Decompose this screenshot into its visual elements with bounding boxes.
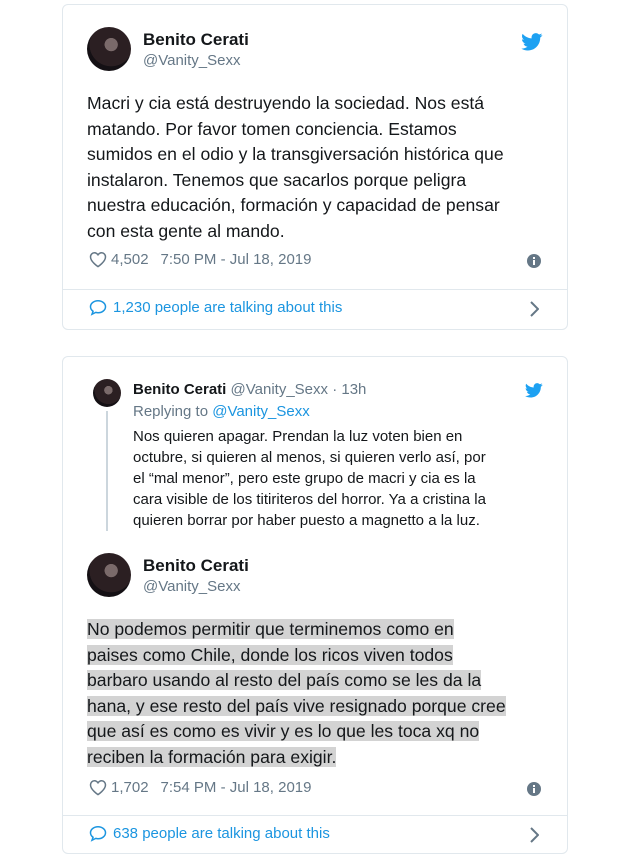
- tweet-text-line: No podemos permitir que terminemos como …: [87, 619, 454, 639]
- tweet-text-line: Nos quieren apagar. Prendan la luz voten…: [133, 428, 463, 445]
- tweet-meta: 4,502 7:50 PM - Jul 18, 2019: [89, 251, 311, 268]
- parent-header: Benito Cerati @Vanity_Sexx · 13h: [133, 381, 366, 398]
- talking-count[interactable]: 1,230 people are talking about this: [113, 299, 342, 316]
- tweet-text-line: nuestra educación, formación y capacidad…: [87, 195, 500, 215]
- speech-bubble-icon: [89, 299, 107, 316]
- twitter-bird-icon[interactable]: [521, 33, 543, 51]
- divider: [63, 815, 567, 816]
- parent-avatar[interactable]: [93, 379, 121, 407]
- twitter-bird-icon[interactable]: [525, 383, 543, 398]
- tweet-text-line: que así es como es vivir y es lo que les…: [87, 721, 480, 741]
- timestamp[interactable]: 7:50 PM - Jul 18, 2019: [161, 251, 312, 268]
- tweet-card-1: Benito Cerati @Vanity_Sexx Macri y cia e…: [62, 4, 568, 330]
- tweet-text-line: quieren borrar por haber puesto a magnet…: [133, 512, 480, 529]
- replying-to-handle[interactable]: @Vanity_Sexx: [212, 403, 310, 420]
- conversation-link[interactable]: 1,230 people are talking about this: [89, 299, 342, 316]
- tweet-text-line: cara visible de los titiriteros del horr…: [133, 491, 486, 508]
- parent-tweet-text: Nos quieren apagar. Prendan la luz voten…: [133, 426, 553, 531]
- replying-prefix: Replying to: [133, 403, 213, 420]
- tweet-text-line: paises como Chile, donde los ricos viven…: [87, 644, 453, 665]
- thread-line: [106, 411, 108, 531]
- separator: ·: [332, 381, 338, 398]
- tweet-text-line: barbaro usando al resto del país como se…: [87, 670, 482, 690]
- info-icon[interactable]: [527, 254, 541, 268]
- tweet-card-2: Benito Cerati @Vanity_Sexx · 13h Replyin…: [62, 356, 568, 854]
- tweet-meta: 1,702 7:54 PM - Jul 18, 2019: [89, 779, 311, 796]
- avatar[interactable]: [87, 27, 131, 71]
- parent-age[interactable]: 13h: [341, 381, 366, 398]
- parent-author-name[interactable]: Benito Cerati: [133, 381, 226, 398]
- speech-bubble-icon: [89, 825, 107, 842]
- replying-to: Replying to @Vanity_Sexx: [133, 403, 310, 420]
- tweet-text: No podemos permitir que terminemos como …: [87, 617, 563, 770]
- tweet-text-line: reciben la formación para exigir.: [87, 746, 337, 767]
- conversation-link[interactable]: 638 people are talking about this: [89, 825, 330, 842]
- author-name[interactable]: Benito Cerati: [143, 30, 249, 50]
- author-handle[interactable]: @Vanity_Sexx: [143, 52, 241, 69]
- like-count[interactable]: 4,502: [111, 251, 149, 268]
- tweet-text: Macri y cia está destruyendo la sociedad…: [87, 91, 557, 244]
- tweet-text-line: instalaron. Tenemos que sacarlos porque …: [87, 169, 467, 190]
- tweet-text-line: hana, y ese resto del país vive resignad…: [87, 695, 506, 716]
- tweet-text-line: sumidos en el odio y la transgiversación…: [87, 144, 504, 164]
- divider: [63, 289, 567, 290]
- author-handle[interactable]: @Vanity_Sexx: [143, 578, 241, 595]
- tweet-text-line: el “mal menor”, pero este grupo de macri…: [133, 470, 476, 487]
- author-name[interactable]: Benito Cerati: [143, 556, 249, 576]
- info-icon[interactable]: [527, 782, 541, 796]
- chevron-right-icon[interactable]: [529, 827, 539, 843]
- tweet-text-line: con esta gente al mando.: [87, 220, 285, 241]
- heart-icon[interactable]: [89, 779, 107, 796]
- talking-count[interactable]: 638 people are talking about this: [113, 825, 330, 842]
- tweet-text-line: octubre, si quieren al menos, si quieren…: [133, 449, 486, 466]
- like-count[interactable]: 1,702: [111, 779, 149, 796]
- heart-icon[interactable]: [89, 251, 107, 268]
- avatar[interactable]: [87, 553, 131, 597]
- chevron-right-icon[interactable]: [529, 301, 539, 317]
- tweet-text-line: Macri y cia está destruyendo la sociedad…: [87, 93, 485, 113]
- timestamp[interactable]: 7:54 PM - Jul 18, 2019: [161, 779, 312, 796]
- parent-author-handle[interactable]: @Vanity_Sexx: [231, 381, 329, 398]
- tweet-text-line: matando. Por favor tomen conciencia. Est…: [87, 118, 457, 139]
